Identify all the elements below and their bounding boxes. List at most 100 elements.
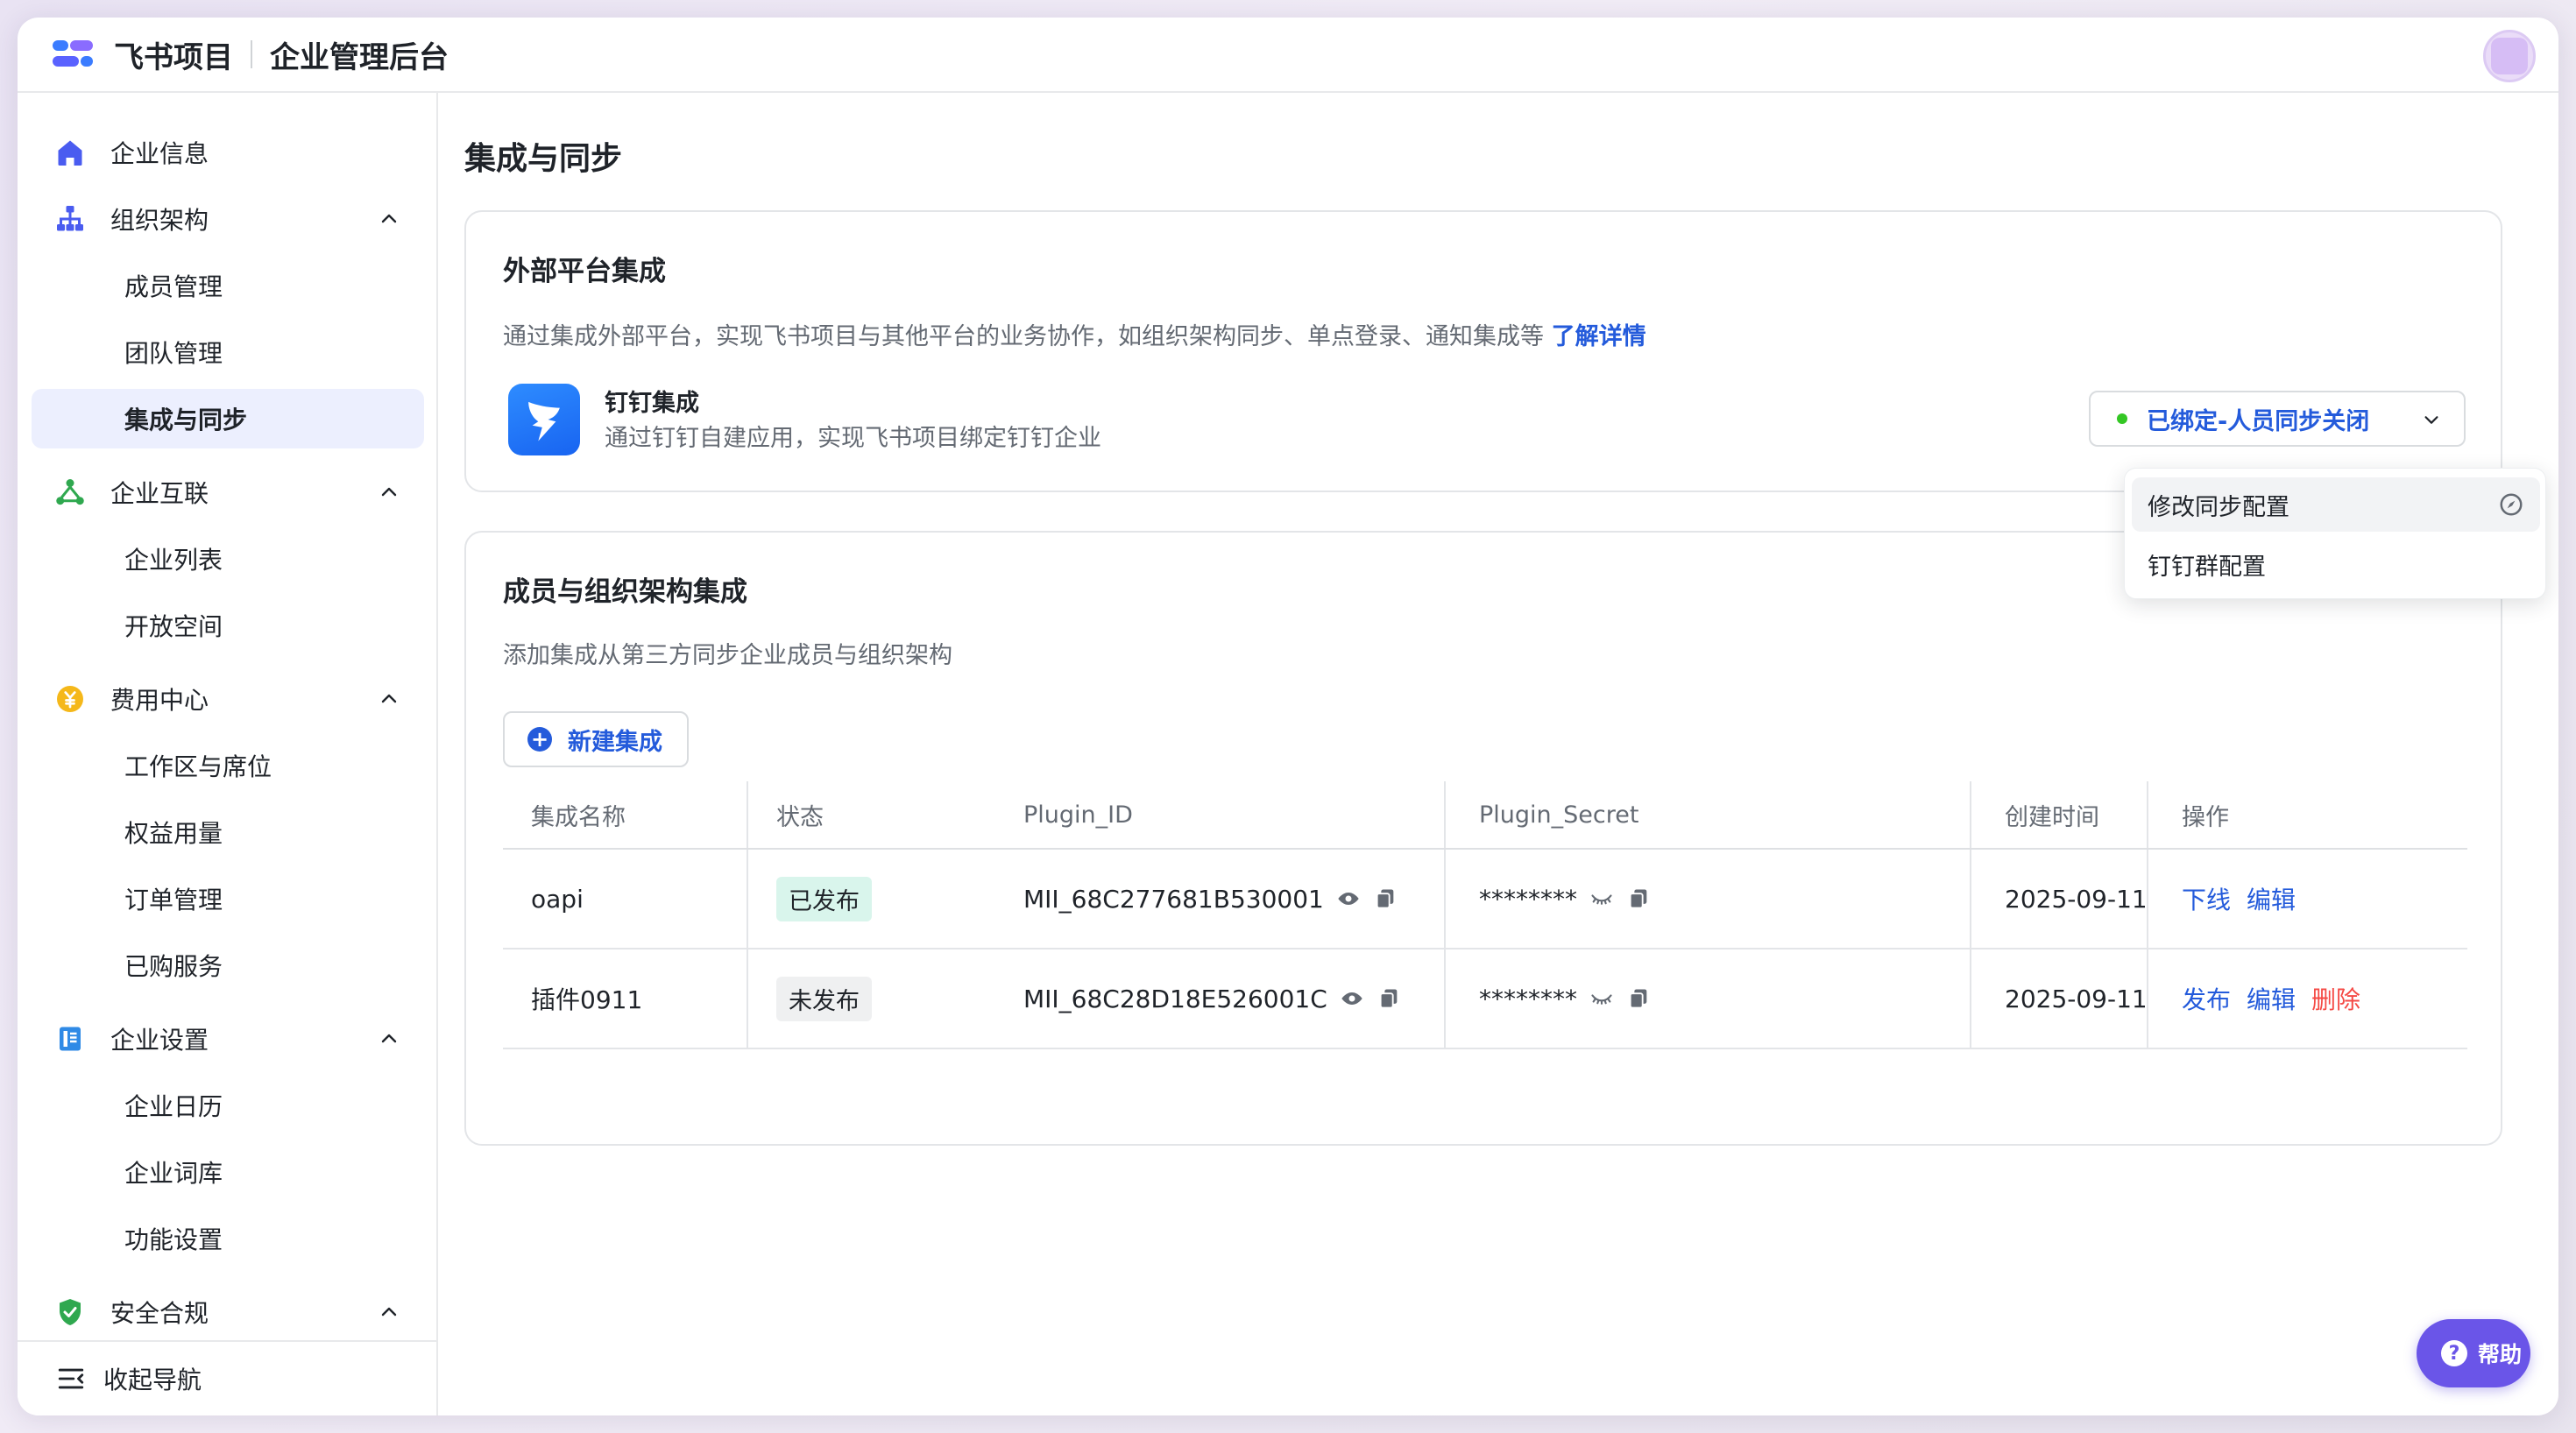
- copy-icon[interactable]: [1376, 986, 1401, 1011]
- sidebar-item-company-list[interactable]: 企业列表: [32, 529, 424, 589]
- copy-icon[interactable]: [1373, 886, 1398, 911]
- integration-table: 集成名称 状态 Plugin_ID Plugin_Secret 创建时间 操作 …: [503, 781, 2467, 1049]
- plus-icon: +: [527, 727, 552, 752]
- offline-button[interactable]: 下线: [2182, 881, 2231, 916]
- chevron-up-icon[interactable]: [379, 1028, 400, 1049]
- sidebar-item-label: 团队管理: [124, 339, 223, 368]
- sidebar-item-org-structure[interactable]: 组织架构: [32, 189, 424, 249]
- title-divider: [251, 40, 252, 68]
- cell-plugin-id: MII_68C277681B530001: [1023, 850, 1435, 948]
- copy-icon[interactable]: [1626, 886, 1651, 911]
- sidebar-item-feature-settings[interactable]: 功能设置: [32, 1209, 424, 1268]
- network-icon: [53, 475, 88, 510]
- external-integration-card: 外部平台集成 通过集成外部平台，实现飞书项目与其他平台的业务协作，如组织架构同步…: [464, 210, 2502, 492]
- eye-icon[interactable]: [1336, 886, 1361, 911]
- top-bar: 飞书项目 企业管理后台: [18, 18, 2558, 93]
- sidebar-item-integration-sync[interactable]: 集成与同步: [32, 389, 424, 448]
- sidebar-item-workspace-seats[interactable]: 工作区与席位: [32, 736, 424, 795]
- sidebar-item-label: 工作区与席位: [124, 752, 272, 781]
- help-icon: ?: [2441, 1340, 2467, 1366]
- sidebar-item-label: 企业设置: [110, 1026, 209, 1055]
- help-label: 帮助: [2478, 1342, 2523, 1367]
- cell-plugin-secret: ********: [1479, 850, 1961, 948]
- bind-status-dropdown[interactable]: 已绑定-人员同步关闭: [2089, 391, 2466, 447]
- sidebar-item-member-management[interactable]: 成员管理: [32, 256, 424, 315]
- help-button[interactable]: ? 帮助: [2417, 1319, 2530, 1387]
- sidebar-item-enterprise-glossary[interactable]: 企业词库: [32, 1142, 424, 1202]
- sidebar-item-order-management[interactable]: 订单管理: [32, 869, 424, 928]
- chevron-up-icon[interactable]: [379, 208, 400, 229]
- bind-status-menu: 修改同步配置 钉钉群配置: [2124, 468, 2546, 599]
- copy-icon[interactable]: [1626, 986, 1651, 1011]
- sidebar-item-benefit-usage[interactable]: 权益用量: [32, 802, 424, 862]
- member-integration-card: 成员与组织架构集成 添加集成从第三方同步企业成员与组织架构 + 新建集成 集成名…: [464, 531, 2502, 1146]
- dingtalk-integration-name: 钉钉集成: [605, 390, 699, 417]
- menu-item-label: 钉钉群配置: [2148, 553, 2266, 581]
- publish-button[interactable]: 发布: [2182, 981, 2231, 1016]
- sidebar-item-label: 费用中心: [110, 686, 209, 715]
- bind-status-label: 已绑定-人员同步关闭: [2147, 407, 2370, 435]
- edit-button[interactable]: 编辑: [2247, 881, 2296, 916]
- new-integration-button[interactable]: + 新建集成: [503, 711, 689, 767]
- sidebar-item-label: 权益用量: [124, 819, 223, 848]
- avatar-image: [2491, 38, 2528, 74]
- col-header-created: 创建时间: [2005, 803, 2099, 831]
- sidebar-item-purchased-services[interactable]: 已购服务: [32, 935, 424, 995]
- delete-button[interactable]: 删除: [2311, 981, 2360, 1016]
- sidebar-item-enterprise-calendar[interactable]: 企业日历: [32, 1076, 424, 1135]
- sidebar-item-team-management[interactable]: 团队管理: [32, 322, 424, 382]
- sidebar-item-label: 成员管理: [124, 272, 223, 301]
- member-integration-desc: 添加集成从第三方同步企业成员与组织架构: [503, 642, 952, 669]
- sidebar-item-label: 开放空间: [124, 612, 223, 641]
- page-title: 集成与同步: [464, 141, 623, 177]
- chevron-up-icon[interactable]: [379, 1302, 400, 1323]
- plugin-secret-value: ********: [1479, 984, 1577, 1013]
- menu-item-label: 修改同步配置: [2148, 493, 2289, 521]
- cell-plugin-id: MII_68C28D18E526001C: [1023, 949, 1435, 1048]
- sidebar-item-label: 安全合规: [110, 1299, 209, 1328]
- col-header-actions: 操作: [2182, 803, 2229, 831]
- sidebar-item-company-info[interactable]: 企业信息: [32, 123, 424, 182]
- sidebar-item-security-compliance[interactable]: 安全合规: [32, 1282, 424, 1342]
- table-header-row: 集成名称 状态 Plugin_ID Plugin_Secret 创建时间 操作: [503, 781, 2467, 850]
- avatar[interactable]: [2483, 30, 2536, 82]
- cell-name: oapi: [531, 884, 584, 914]
- menu-item-modify-sync-config[interactable]: 修改同步配置: [2132, 477, 2540, 532]
- sidebar-item-enterprise-interconnect[interactable]: 企业互联: [32, 462, 424, 522]
- sidebar-item-label: 集成与同步: [124, 406, 248, 434]
- collapse-nav-label: 收起导航: [103, 1366, 202, 1394]
- app-name: 飞书项目: [114, 39, 233, 75]
- sidebar-item-label: 功能设置: [124, 1225, 223, 1254]
- external-integration-desc: 通过集成外部平台，实现飞书项目与其他平台的业务协作，如组织架构同步、单点登录、通…: [503, 317, 1646, 351]
- cell-name: 插件0911: [531, 985, 643, 1014]
- chevron-up-icon[interactable]: [379, 688, 400, 709]
- col-header-status: 状态: [776, 803, 824, 831]
- sidebar-nav: 企业信息 组织架构 成员管理 团队管理 集成与同步 企业互联 企业列表 开放空间…: [18, 93, 438, 1341]
- eye-off-icon[interactable]: [1589, 886, 1614, 911]
- app-logo-icon: [53, 37, 95, 72]
- new-integration-label: 新建集成: [568, 728, 662, 756]
- sidebar-item-billing-center[interactable]: 费用中心: [32, 669, 424, 729]
- member-integration-title: 成员与组织架构集成: [503, 576, 747, 608]
- sidebar-item-label: 已购服务: [124, 952, 223, 981]
- cell-actions: 发布 编辑 删除: [2182, 949, 2462, 1048]
- collapse-nav-button[interactable]: 收起导航: [18, 1340, 438, 1415]
- main-content: 集成与同步 外部平台集成 通过集成外部平台，实现飞书项目与其他平台的业务协作，如…: [438, 93, 2558, 1415]
- plugin-id-value: MII_68C277681B530001: [1023, 884, 1324, 914]
- chevron-up-icon[interactable]: [379, 482, 400, 503]
- plugin-secret-value: ********: [1479, 884, 1577, 914]
- eye-off-icon[interactable]: [1589, 986, 1614, 1011]
- menu-item-dingtalk-group-config[interactable]: 钉钉群配置: [2132, 537, 2540, 591]
- cell-status: 已发布: [776, 850, 987, 948]
- sidebar-item-open-space[interactable]: 开放空间: [32, 596, 424, 655]
- external-integration-title: 外部平台集成: [503, 256, 666, 287]
- learn-more-link[interactable]: 了解详情: [1552, 323, 1646, 350]
- col-header-name: 集成名称: [531, 803, 626, 831]
- eye-icon[interactable]: [1340, 986, 1364, 1011]
- sidebar-item-enterprise-settings[interactable]: 企业设置: [32, 1009, 424, 1069]
- coin-icon: [53, 681, 88, 716]
- col-header-plugin-id: Plugin_ID: [1023, 801, 1133, 829]
- sidebar-item-label: 企业日历: [124, 1092, 223, 1121]
- sidebar-item-label: 企业列表: [124, 546, 223, 575]
- edit-button[interactable]: 编辑: [2247, 981, 2296, 1016]
